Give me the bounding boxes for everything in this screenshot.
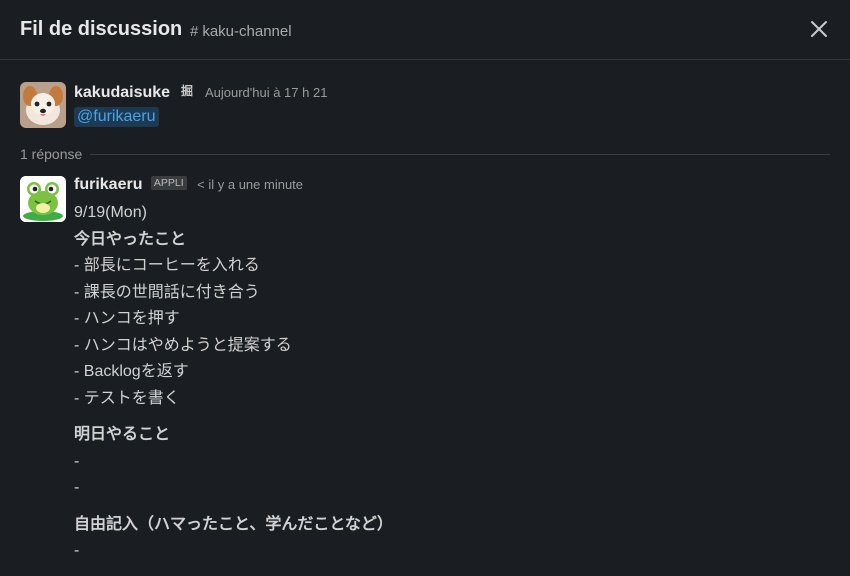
svg-text:掘: 掘 — [181, 83, 193, 98]
author-name[interactable]: furikaeru — [74, 176, 142, 193]
channel-link[interactable]: # kaku-channel — [190, 23, 292, 40]
list-item: - 課長の世間話に付き合う — [74, 283, 260, 301]
replies-divider: 1 réponse — [20, 145, 830, 163]
section-heading: 明日やること — [74, 426, 171, 443]
message-timestamp[interactable]: < il y a une minute — [197, 177, 303, 192]
divider-line — [20, 154, 830, 155]
channel-hash-icon: # — [190, 23, 199, 40]
list-item: - テストを書く — [74, 389, 180, 407]
message-body: 9/19(Mon) 今日やったこと - 部長にコーヒーを入れる - 課長の世間話… — [74, 200, 774, 565]
app-badge: APPLI — [150, 176, 187, 190]
list-item: - ハンコはやめようと提案する — [74, 336, 292, 354]
list-item: - — [74, 542, 80, 559]
section-heading: 今日やったこと — [74, 230, 187, 248]
bot-avatar[interactable] — [20, 176, 66, 222]
list-item: - — [74, 452, 80, 470]
reply-count: 1 réponse — [20, 146, 91, 162]
author-name[interactable]: kakudaisuke — [74, 84, 170, 101]
date-line: 9/19(Mon) — [74, 204, 147, 221]
message-timestamp[interactable]: Aujourd'hui à 17 h 21 — [205, 85, 327, 100]
list-item: - ハンコを押す — [74, 310, 180, 327]
list-item: - — [74, 479, 80, 496]
channel-name: kaku-channel — [202, 23, 292, 40]
status-emoji-icon: 掘 — [177, 82, 197, 100]
section-heading: 自由記入（ハマったこと、学んだことなど） — [74, 515, 393, 533]
list-item: - Backlogを返す — [74, 363, 189, 380]
thread-header: Fil de discussion # kaku-channel — [0, 0, 850, 60]
user-mention[interactable]: @furikaeru — [74, 107, 159, 127]
list-item: - 部長にコーヒーを入れる — [74, 257, 260, 274]
panel-title: Fil de discussion — [20, 18, 183, 40]
avatar[interactable] — [20, 82, 66, 128]
close-icon[interactable] — [806, 16, 832, 42]
